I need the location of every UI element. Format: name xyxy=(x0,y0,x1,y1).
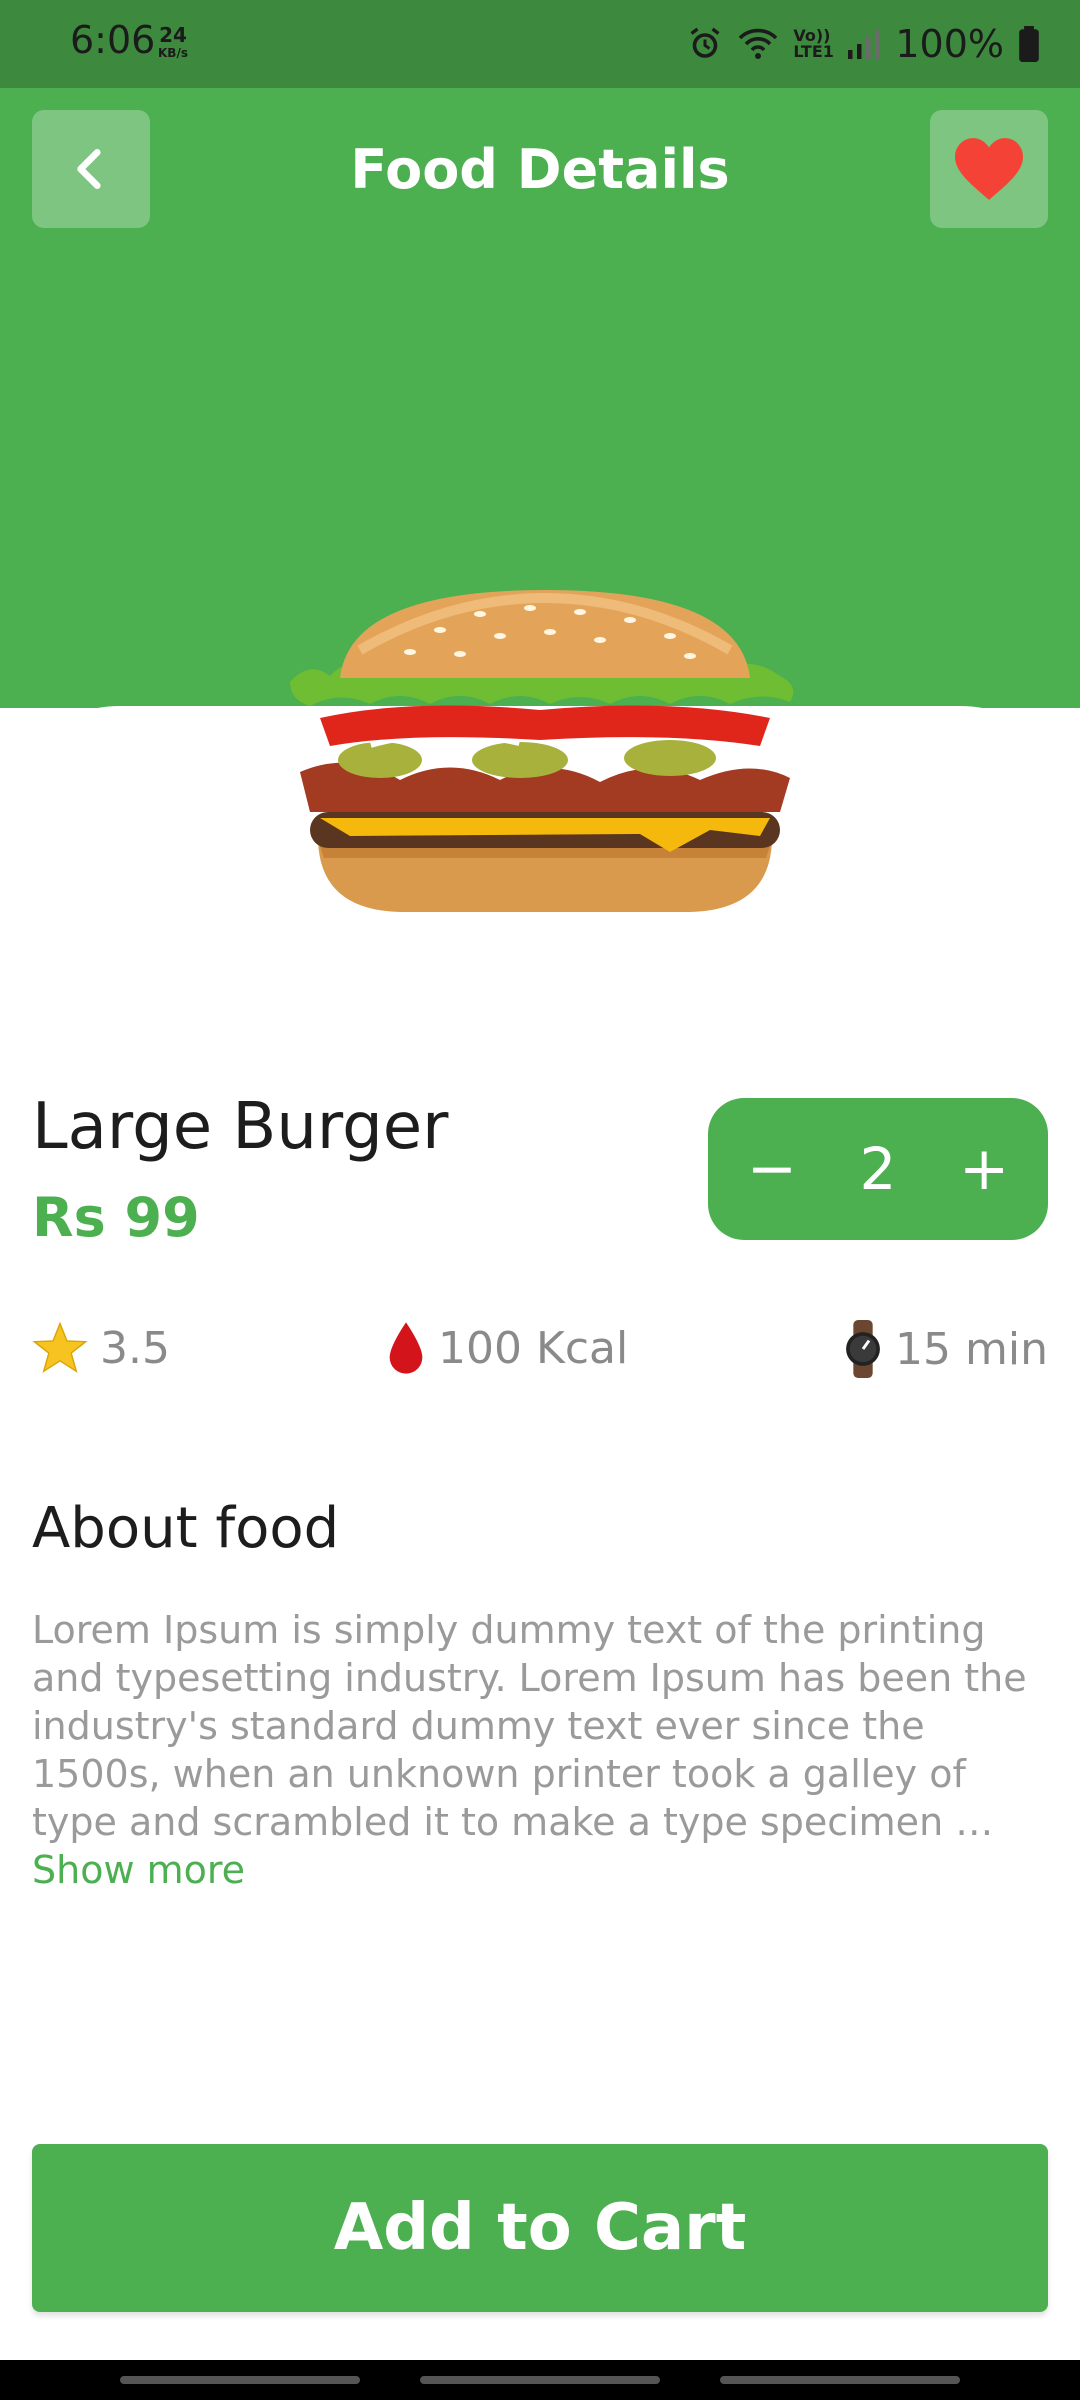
rating-value: 3.5 xyxy=(100,1322,170,1374)
nav-recents[interactable] xyxy=(120,2376,360,2384)
status-icons: Vo)) LTE1 100% xyxy=(687,18,1040,70)
status-net-speed: 24 KB/s xyxy=(158,25,188,62)
about-description: Lorem Ipsum is simply dummy text of the … xyxy=(32,1606,1048,1894)
favorite-button[interactable] xyxy=(930,110,1048,228)
quantity-value: 2 xyxy=(859,1135,897,1203)
lte-label: Vo)) LTE1 xyxy=(793,26,834,61)
calories-stat: 100 Kcal xyxy=(386,1320,628,1376)
nav-home[interactable] xyxy=(420,2376,660,2384)
decrease-button[interactable]: − xyxy=(732,1139,812,1199)
calories-value: 100 Kcal xyxy=(438,1322,629,1374)
watch-icon xyxy=(846,1320,880,1378)
food-name: Large Burger xyxy=(32,1090,449,1164)
food-image xyxy=(290,590,794,912)
status-bar: 6:06 24 KB/s Vo)) LTE1 100% xyxy=(0,0,1080,88)
drop-icon xyxy=(389,1322,423,1374)
nav-back[interactable] xyxy=(720,2376,960,2384)
net-speed-unit: KB/s xyxy=(158,46,188,60)
food-stats: 3.5 100 Kcal 15 min xyxy=(32,1320,1048,1390)
navigation-bar xyxy=(0,2360,1080,2400)
heart-icon xyxy=(955,138,1023,200)
time-stat: 15 min xyxy=(843,1320,1048,1378)
about-title: About food xyxy=(32,1496,340,1561)
add-to-cart-button[interactable]: Add to Cart xyxy=(32,2144,1048,2312)
time-value: 15 min xyxy=(895,1323,1048,1375)
signal-icon xyxy=(848,29,880,59)
star-icon xyxy=(32,1321,88,1373)
status-time: 6:06 xyxy=(70,18,156,62)
quantity-stepper: − 2 + xyxy=(708,1098,1048,1240)
increase-button[interactable]: + xyxy=(944,1139,1024,1199)
page-title: Food Details xyxy=(350,138,730,201)
food-price: Rs 99 xyxy=(32,1186,200,1249)
about-text: Lorem Ipsum is simply dummy text of the … xyxy=(32,1608,1027,1844)
rating-stat: 3.5 xyxy=(32,1320,170,1376)
alarm-icon xyxy=(690,27,720,58)
wifi-icon xyxy=(739,28,778,59)
battery-icon xyxy=(1019,26,1039,62)
battery-percent: 100% xyxy=(895,22,1004,66)
show-more-link[interactable]: Show more xyxy=(32,1848,245,1892)
